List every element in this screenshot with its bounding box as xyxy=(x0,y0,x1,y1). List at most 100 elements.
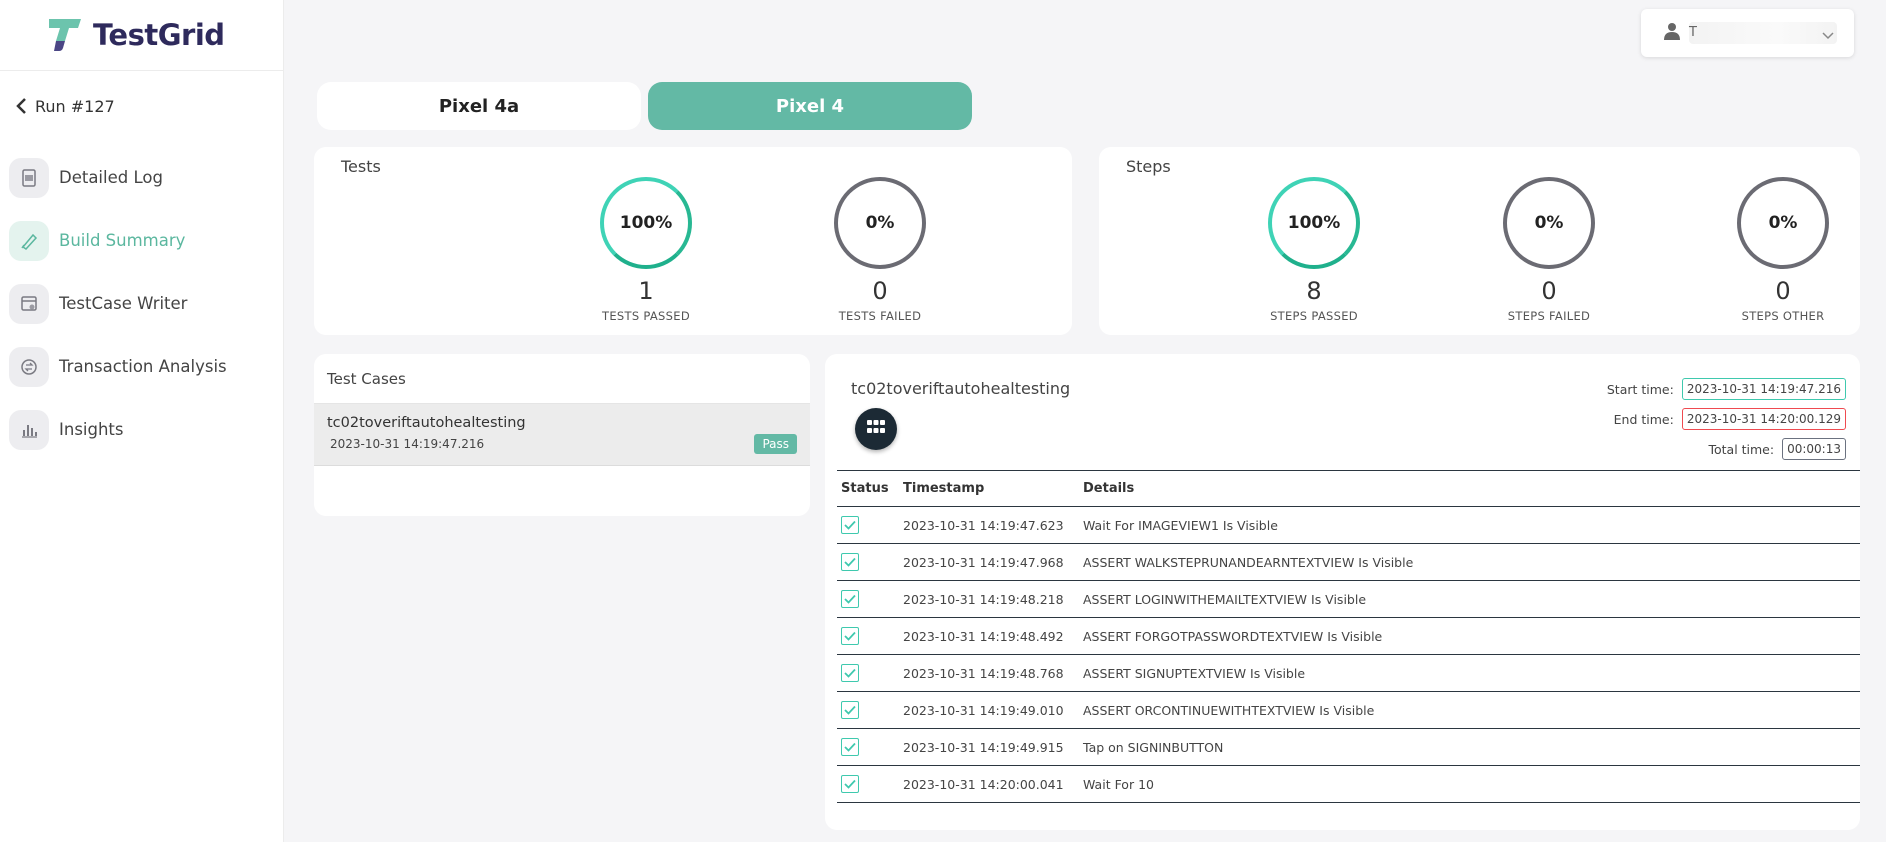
step-details: Wait For 10 xyxy=(1079,765,1860,803)
step-details: Tap on SIGNINBUTTON xyxy=(1079,728,1860,766)
steps-other-ring: 0% xyxy=(1737,177,1829,269)
steps-failed-label: STEPS FAILED xyxy=(1507,309,1591,323)
step-timestamp: 2023-10-31 14:19:48.492 xyxy=(899,617,1079,655)
table-row: 2023-10-31 14:19:48.218 ASSERT LOGINWITHE… xyxy=(837,580,1860,618)
steps-passed-label: STEPS PASSED xyxy=(1270,309,1358,323)
sidebar-item-label: Detailed Log xyxy=(59,168,163,187)
total-time-row: Total time: 00:00:13 xyxy=(1708,438,1846,460)
total-time-value: 00:00:13 xyxy=(1782,438,1846,460)
step-status-cell xyxy=(837,654,899,692)
steps-failed-ring: 0% xyxy=(1503,177,1595,269)
step-status-checkbox[interactable] xyxy=(841,738,859,756)
end-time-value: 2023-10-31 14:20:00.129 xyxy=(1681,408,1846,430)
logo[interactable]: TestGrid xyxy=(0,0,283,71)
step-status-cell xyxy=(837,765,899,803)
status-badge: Pass xyxy=(754,434,797,454)
step-status-checkbox[interactable] xyxy=(841,590,859,608)
app-name: TestGrid xyxy=(93,18,225,52)
check-icon xyxy=(844,742,856,752)
sidebar-item-detailed-log[interactable]: Detailed Log xyxy=(9,146,279,209)
testgrid-logo-icon xyxy=(46,17,84,53)
tests-summary-card: Tests 100% 1 TESTS PASSED 0% 0 TESTS FAI… xyxy=(314,147,1072,335)
check-icon xyxy=(844,668,856,678)
step-timestamp: 2023-10-31 14:19:49.915 xyxy=(899,728,1079,766)
table-row: 2023-10-31 14:19:48.768 ASSERT SIGNUPTEXT… xyxy=(837,654,1860,692)
sidebar-item-label: TestCase Writer xyxy=(59,294,188,313)
tests-passed-count: 1 xyxy=(638,277,654,305)
step-details: Wait For IMAGEVIEW1 Is Visible xyxy=(1079,506,1860,544)
tests-passed-label: TESTS PASSED xyxy=(602,309,690,323)
tests-failed-label: TESTS FAILED xyxy=(838,309,922,323)
tests-failed-ring: 0% xyxy=(834,177,926,269)
end-time-row: End time: 2023-10-31 14:20:00.129 xyxy=(1614,408,1846,430)
step-timestamp: 2023-10-31 14:19:48.768 xyxy=(899,654,1079,692)
tab-pixel-4a[interactable]: Pixel 4a xyxy=(317,82,641,130)
check-icon xyxy=(844,779,856,789)
column-header-details: Details xyxy=(1079,470,1860,507)
table-header-row: Status Timestamp Details xyxy=(837,470,1860,507)
step-status-cell xyxy=(837,580,899,618)
table-row: 2023-10-31 14:19:48.492 ASSERT FORGOTPASS… xyxy=(837,617,1860,655)
steps-passed-count: 8 xyxy=(1306,277,1322,305)
step-details: ASSERT WALKSTEPRUNANDEARNTEXTVIEW Is Vis… xyxy=(1079,543,1860,581)
end-time-label: End time: xyxy=(1613,411,1674,427)
build-icon xyxy=(9,220,49,261)
step-status-checkbox[interactable] xyxy=(841,701,859,719)
tab-pixel-4[interactable]: Pixel 4 xyxy=(648,82,972,130)
table-row: 2023-10-31 14:19:49.010 ASSERT ORCONTINUE… xyxy=(837,691,1860,729)
device-tabs: Pixel 4a Pixel 4 xyxy=(317,82,972,130)
steps-other-metric: 0% 0 STEPS OTHER xyxy=(1713,177,1853,323)
back-to-run-link[interactable]: Run #127 xyxy=(16,91,115,121)
sidebar-item-label: Transaction Analysis xyxy=(59,357,227,376)
steps-passed-ring: 100% xyxy=(1268,177,1360,269)
step-status-checkbox[interactable] xyxy=(841,627,859,645)
step-status-cell xyxy=(837,691,899,729)
step-timestamp: 2023-10-31 14:19:47.623 xyxy=(899,506,1079,544)
tests-failed-metric: 0% 0 TESTS FAILED xyxy=(810,177,950,323)
step-timestamp: 2023-10-31 14:19:49.010 xyxy=(899,691,1079,729)
sidebar-item-insights[interactable]: Insights xyxy=(9,398,279,461)
step-status-checkbox[interactable] xyxy=(841,553,859,571)
grid-view-button[interactable] xyxy=(855,408,897,450)
sidebar-item-build-summary[interactable]: Build Summary xyxy=(9,209,279,272)
test-case-row[interactable]: tc02toveriftautohealtesting 2023-10-31 1… xyxy=(314,404,810,466)
test-cases-title: Test Cases xyxy=(314,354,810,404)
sidebar-item-label: Build Summary xyxy=(59,231,186,250)
step-details: ASSERT SIGNUPTEXTVIEW Is Visible xyxy=(1079,654,1860,692)
tests-passed-ring: 100% xyxy=(600,177,692,269)
run-label: Run #127 xyxy=(35,96,115,116)
test-case-time: 2023-10-31 14:19:47.216 xyxy=(330,437,485,451)
step-status-checkbox[interactable] xyxy=(841,516,859,534)
step-timestamp: 2023-10-31 14:19:48.218 xyxy=(899,580,1079,618)
check-icon xyxy=(844,631,856,641)
step-status-cell xyxy=(837,617,899,655)
steps-passed-metric: 100% 8 STEPS PASSED xyxy=(1244,177,1384,323)
chevron-down-icon xyxy=(1822,25,1834,44)
user-menu-dropdown[interactable]: T xyxy=(1641,9,1854,57)
column-header-status: Status xyxy=(837,470,899,507)
step-status-checkbox[interactable] xyxy=(841,664,859,682)
step-details: ASSERT ORCONTINUEWITHTEXTVIEW Is Visible xyxy=(1079,691,1860,729)
steps-table: Status Timestamp Details 2023-10-31 14:1… xyxy=(837,470,1860,803)
test-case-detail-card: tc02toveriftautohealtesting Start time: … xyxy=(825,354,1860,830)
start-time-value: 2023-10-31 14:19:47.216 xyxy=(1681,378,1846,400)
step-status-cell xyxy=(837,728,899,766)
check-icon xyxy=(844,557,856,567)
step-details: ASSERT LOGINWITHEMAILTEXTVIEW Is Visible xyxy=(1079,580,1860,618)
sidebar-item-testcase-writer[interactable]: TestCase Writer xyxy=(9,272,279,335)
steps-failed-metric: 0% 0 STEPS FAILED xyxy=(1479,177,1619,323)
total-time-label: Total time: xyxy=(1708,441,1775,457)
user-name: T xyxy=(1689,22,1837,44)
test-cases-card: Test Cases tc02toveriftautohealtesting 2… xyxy=(314,354,810,516)
steps-summary-card: Steps 100% 8 STEPS PASSED 0% 0 STEPS FAI… xyxy=(1099,147,1860,335)
tests-summary-title: Tests xyxy=(341,157,381,176)
step-status-checkbox[interactable] xyxy=(841,775,859,793)
insights-chart-icon xyxy=(9,409,49,450)
sidebar-item-transaction-analysis[interactable]: Transaction Analysis xyxy=(9,335,279,398)
test-case-name: tc02toveriftautohealtesting xyxy=(327,415,526,431)
sidebar-nav: Detailed Log Build Summary TestCase Writ… xyxy=(9,146,279,461)
step-timestamp: 2023-10-31 14:20:00.041 xyxy=(899,765,1079,803)
testcase-writer-icon xyxy=(9,283,49,324)
step-timestamp: 2023-10-31 14:19:47.968 xyxy=(899,543,1079,581)
start-time-label: Start time: xyxy=(1606,381,1674,397)
